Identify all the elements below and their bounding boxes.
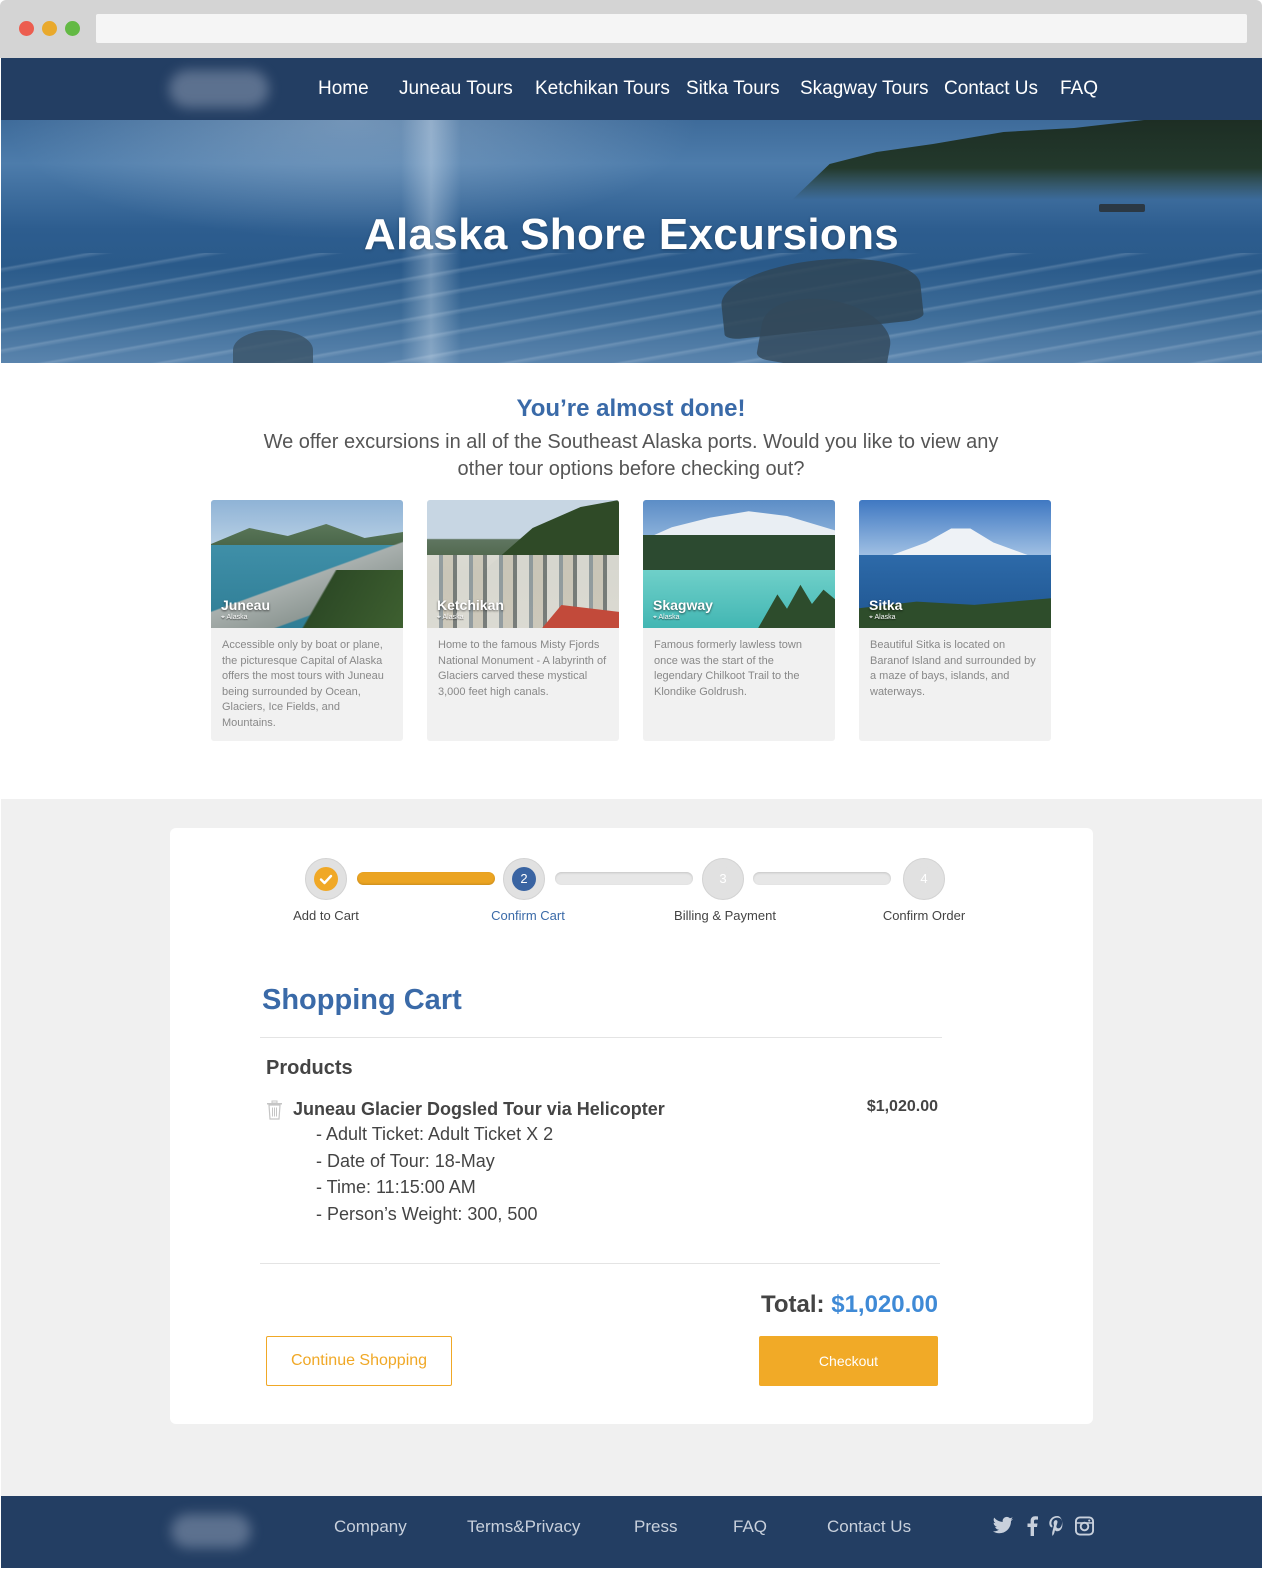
port-image: Ketchikan ⌖ Alaska <box>427 500 619 628</box>
port-name: Juneau <box>221 597 271 613</box>
total-value: $1,020.00 <box>831 1291 938 1318</box>
divider <box>260 1263 940 1264</box>
product-option: - Date of Tour: 18-May <box>316 1151 495 1171</box>
trash-icon[interactable] <box>266 1100 283 1120</box>
port-description: Famous formerly lawless town once was th… <box>654 639 802 698</box>
port-location: ⌖ Alaska <box>221 614 248 621</box>
step-confirm-cart[interactable]: 2 <box>503 858 545 900</box>
nav-faq[interactable]: FAQ <box>1060 78 1098 100</box>
location-pin-icon: ⌖ <box>869 614 873 621</box>
nav-home[interactable]: Home <box>318 78 369 100</box>
port-description: Accessible only by boat or plane, the pi… <box>222 639 384 729</box>
nav-contact-us[interactable]: Contact Us <box>944 78 1038 100</box>
product-price: $1,020.00 <box>866 1098 938 1115</box>
minimize-window-button[interactable] <box>42 21 57 36</box>
cart-total: Total: $1,020.00 <box>700 1291 938 1319</box>
checkmark-icon <box>314 867 338 891</box>
continue-shopping-button[interactable]: Continue Shopping <box>266 1336 452 1386</box>
address-bar[interactable] <box>96 14 1247 43</box>
port-image: Skagway ⌖ Alaska <box>643 500 835 628</box>
step-number: 4 <box>912 867 936 891</box>
hero-title: Alaska Shore Excursions <box>363 210 900 259</box>
checkout-button[interactable]: Checkout <box>759 1336 938 1386</box>
location-pin-icon: ⌖ <box>221 614 225 621</box>
location-pin-icon: ⌖ <box>653 614 657 621</box>
step-label-confirm-cart: Confirm Cart <box>491 908 565 923</box>
product-option: - Person’s Weight: 300, 500 <box>316 1204 538 1224</box>
port-card-juneau[interactable]: Juneau ⌖ Alaska Accessible only by boat … <box>211 500 403 741</box>
twitter-icon[interactable] <box>992 1516 1014 1538</box>
port-name: Sitka <box>869 597 903 613</box>
footer-link-company[interactable]: Company <box>334 1517 407 1537</box>
nav-sitka-tours[interactable]: Sitka Tours <box>686 78 780 100</box>
nav-skagway-tours[interactable]: Skagway Tours <box>800 78 929 100</box>
total-label: Total: <box>761 1291 825 1318</box>
step-label-billing-payment: Billing & Payment <box>674 908 776 923</box>
pinterest-icon[interactable] <box>1049 1516 1065 1538</box>
footer: Company Terms&Privacy Press FAQ Contact … <box>1 1496 1262 1568</box>
site-logo[interactable] <box>169 70 269 108</box>
cart-title: Shopping Cart <box>262 984 462 1016</box>
footer-links: Company Terms&Privacy Press FAQ Contact … <box>1 1496 1262 1568</box>
port-image: Juneau ⌖ Alaska <box>211 500 403 628</box>
almost-done-text: We offer excursions in all of the Southe… <box>263 431 999 480</box>
step-number: 3 <box>711 867 735 891</box>
step-confirm-order[interactable]: 4 <box>903 858 945 900</box>
product-option: - Adult Ticket: Adult Ticket X 2 <box>316 1124 554 1144</box>
port-description: Home to the famous Misty Fjords National… <box>438 639 607 698</box>
whale-back <box>233 330 313 363</box>
product-name: Juneau Glacier Dogsled Tour via Helicopt… <box>293 1099 665 1119</box>
footer-link-contact-us[interactable]: Contact Us <box>827 1517 911 1537</box>
product-option: - Time: 11:15:00 AM <box>316 1177 476 1197</box>
step-billing-payment[interactable]: 3 <box>702 858 744 900</box>
progress-bar-3 <box>753 872 891 885</box>
port-location: ⌖ Alaska <box>653 614 680 621</box>
divider <box>260 1037 942 1038</box>
forest-shoreline <box>792 120 1262 200</box>
hero-banner: Alaska Shore Excursions <box>1 120 1262 363</box>
footer-link-press[interactable]: Press <box>634 1517 677 1537</box>
products-heading: Products <box>266 1057 353 1079</box>
facebook-icon[interactable] <box>1026 1516 1038 1538</box>
step-label-confirm-order: Confirm Order <box>882 908 966 923</box>
footer-link-faq[interactable]: FAQ <box>733 1517 767 1537</box>
step-label-add-to-cart: Add to Cart <box>293 908 359 923</box>
top-nav: Home Juneau Tours Ketchikan Tours Sitka … <box>1 58 1262 120</box>
location-pin-icon: ⌖ <box>437 614 441 621</box>
progress-bar-1 <box>357 872 495 885</box>
port-card-sitka[interactable]: Sitka ⌖ Alaska Beautiful Sitka is locate… <box>859 500 1051 741</box>
close-window-button[interactable] <box>19 21 34 36</box>
step-add-to-cart[interactable] <box>305 858 347 900</box>
browser-chrome <box>0 0 1262 58</box>
step-number: 2 <box>512 867 536 891</box>
port-card-ketchikan[interactable]: Ketchikan ⌖ Alaska Home to the famous Mi… <box>427 500 619 741</box>
port-description: Beautiful Sitka is located on Baranof Is… <box>870 639 1036 698</box>
progress-bar-2 <box>555 872 693 885</box>
port-location: ⌖ Alaska <box>437 614 464 621</box>
port-card-skagway[interactable]: Skagway ⌖ Alaska Famous formerly lawless… <box>643 500 835 741</box>
nav-ketchikan-tours[interactable]: Ketchikan Tours <box>535 78 670 100</box>
footer-link-terms-privacy[interactable]: Terms&Privacy <box>467 1517 580 1537</box>
port-name: Skagway <box>653 597 713 613</box>
port-name: Ketchikan <box>437 597 504 613</box>
almost-done-section: You’re almost done! We offer excursions … <box>0 395 1262 483</box>
maximize-window-button[interactable] <box>65 21 80 36</box>
port-location: ⌖ Alaska <box>869 614 896 621</box>
port-image: Sitka ⌖ Alaska <box>859 500 1051 628</box>
nav-juneau-tours[interactable]: Juneau Tours <box>399 78 513 100</box>
almost-done-heading: You’re almost done! <box>516 395 746 422</box>
instagram-icon[interactable] <box>1075 1516 1094 1538</box>
